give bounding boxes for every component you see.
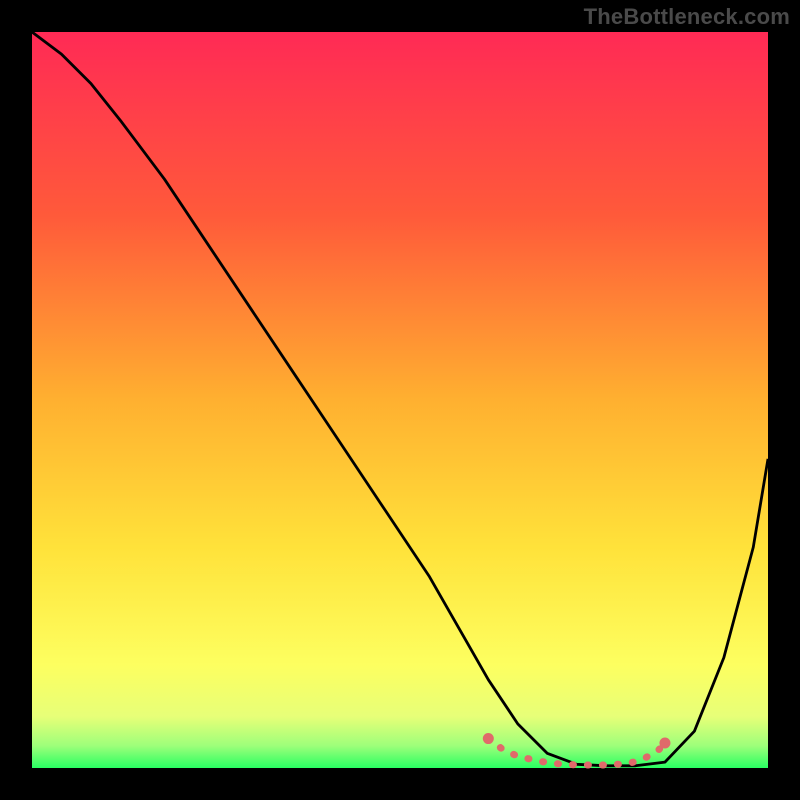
chart-frame: TheBottleneck.com [0,0,800,800]
accent-dot [483,733,494,744]
accent-dot [659,737,670,748]
plot-background [32,32,768,768]
chart-svg [0,0,800,800]
